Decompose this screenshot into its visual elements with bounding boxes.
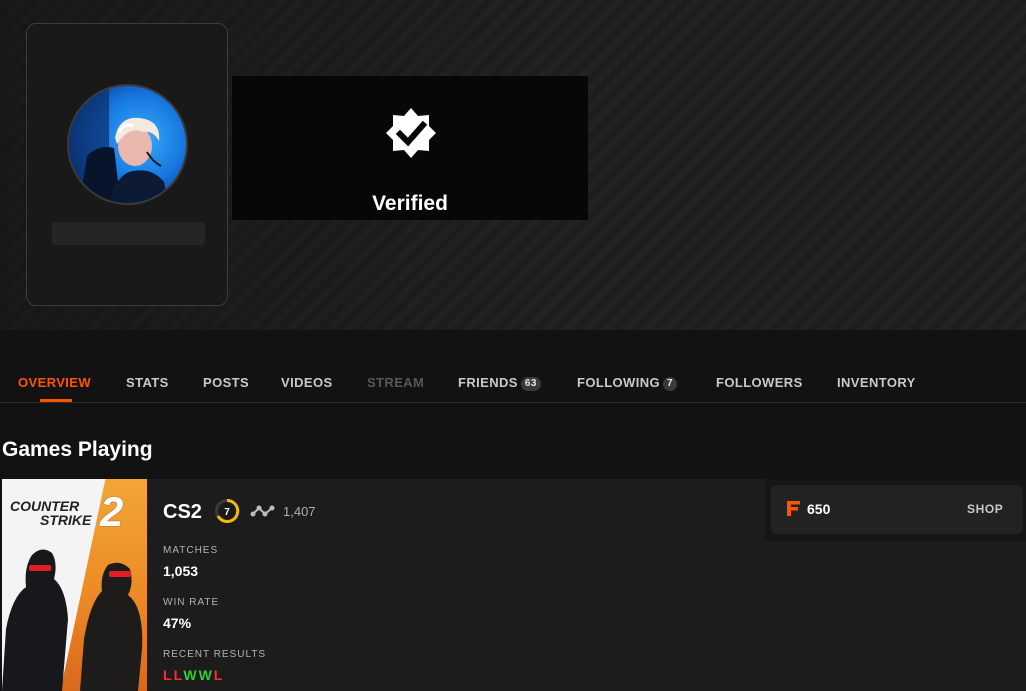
recent-results-label: RECENT RESULTS bbox=[163, 649, 267, 660]
games-playing-heading: Games Playing bbox=[2, 438, 153, 461]
svg-text:7: 7 bbox=[224, 507, 230, 518]
win-rate-value: 47% bbox=[163, 615, 192, 631]
profile-tabs: OVERVIEW STATS POSTS VIDEOS STREAM FRIEN… bbox=[0, 330, 1026, 403]
shop-button[interactable]: SHOP bbox=[967, 502, 1003, 516]
tab-following[interactable]: FOLLOWING 7 bbox=[577, 375, 677, 391]
cover-logo-number: 2 bbox=[100, 488, 124, 535]
matches-label: MATCHES bbox=[163, 545, 219, 556]
win-rate-label: WIN RATE bbox=[163, 597, 220, 608]
points-shop-panel: 650 SHOP bbox=[765, 479, 1026, 541]
username-placeholder bbox=[52, 222, 205, 245]
avatar-card bbox=[26, 23, 228, 306]
points-shop-box: 650 SHOP bbox=[771, 485, 1023, 534]
result-item: L bbox=[173, 667, 184, 683]
result-item: L bbox=[163, 667, 174, 683]
verified-badge-panel: Verified bbox=[232, 76, 588, 220]
cover-logo-text: COUNTER STRIKE bbox=[10, 498, 92, 528]
following-count-badge: 7 bbox=[663, 377, 677, 391]
tab-posts[interactable]: POSTS bbox=[203, 375, 249, 390]
elo-icon bbox=[250, 505, 275, 517]
friends-count-badge: 63 bbox=[520, 377, 541, 391]
tab-videos[interactable]: VIDEOS bbox=[281, 375, 333, 390]
points-icon bbox=[787, 501, 800, 516]
tab-followers[interactable]: FOLLOWERS bbox=[716, 375, 803, 390]
game-card: COUNTER STRIKE 2 CS2 7 1,407 MATCHES 1,05… bbox=[2, 479, 1026, 691]
game-cover[interactable]: COUNTER STRIKE 2 bbox=[2, 479, 147, 691]
recent-results: LLWWL bbox=[163, 667, 224, 683]
elo-value: 1,407 bbox=[283, 504, 316, 519]
verified-icon bbox=[386, 108, 436, 158]
tab-inventory[interactable]: INVENTORY bbox=[837, 375, 916, 390]
game-name[interactable]: CS2 bbox=[163, 501, 202, 523]
matches-value: 1,053 bbox=[163, 563, 199, 579]
points-balance: 650 bbox=[807, 501, 831, 517]
tab-stream[interactable]: STREAM bbox=[367, 375, 424, 390]
active-tab-indicator bbox=[40, 399, 72, 402]
skill-level-icon: 7 bbox=[214, 498, 240, 524]
result-item: W bbox=[198, 667, 214, 683]
result-item: L bbox=[213, 667, 225, 683]
tab-overview[interactable]: OVERVIEW bbox=[18, 375, 91, 390]
verified-label: Verified bbox=[372, 192, 448, 215]
tab-stats[interactable]: STATS bbox=[126, 375, 169, 390]
avatar[interactable] bbox=[67, 84, 188, 205]
tab-friends[interactable]: FRIENDS 63 bbox=[458, 375, 541, 391]
result-item: W bbox=[183, 667, 199, 683]
